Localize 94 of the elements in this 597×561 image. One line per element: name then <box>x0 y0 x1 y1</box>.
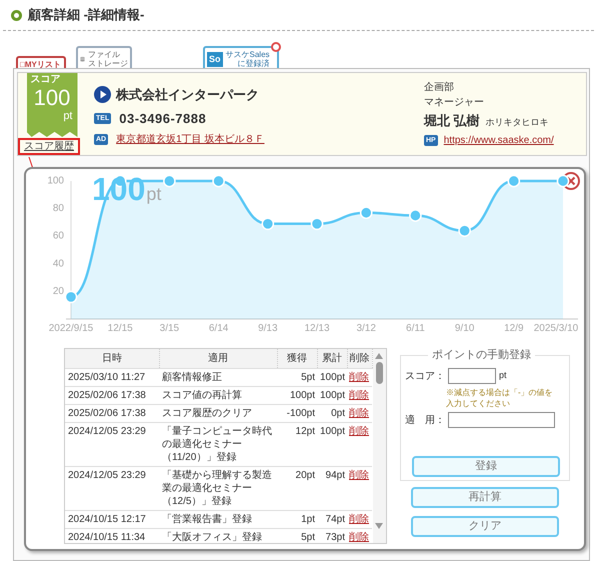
table-cell: 2025/03/10 11:27 <box>68 372 146 382</box>
table-cell: 「量子コンピュータ時代の最適化セミナー（11/20）」登録 <box>162 426 272 462</box>
register-button[interactable]: 登録 <box>412 456 560 477</box>
website-link[interactable]: https://www.saaske.com/ <box>444 132 554 148</box>
table-cell: 100pt <box>290 390 315 400</box>
tab-label: ストレージ <box>88 59 128 68</box>
column-header: 適用 <box>159 349 277 368</box>
table-cell: 2025/02/06 17:38 <box>68 408 146 418</box>
table-cell: 5pt <box>301 372 315 382</box>
contact-name: 堀北 弘樹 <box>424 112 480 130</box>
x-tick-label: 6/14 <box>208 323 228 334</box>
delete-link[interactable]: 削除 <box>349 514 369 524</box>
score-label: スコア <box>30 73 60 86</box>
contact-kana: ホリキタヒロキ <box>486 116 549 129</box>
address-link[interactable]: 東京都道玄坂1丁目 坂本ビル８Ｆ <box>116 132 264 147</box>
y-tick-label: 80 <box>52 203 64 214</box>
logo-icon: So <box>207 52 223 66</box>
x-tick-label: 2022/9/15 <box>48 323 94 334</box>
table-cell: 0pt <box>331 408 345 418</box>
department: 企画部 <box>424 81 455 94</box>
unit-label: pt <box>499 369 507 382</box>
score-input[interactable] <box>448 368 496 384</box>
table-cell: -100pt <box>286 408 315 418</box>
field-label: スコア： <box>405 370 445 384</box>
column-header: 削除 <box>347 349 372 368</box>
delete-link[interactable]: 削除 <box>349 390 369 400</box>
tab[interactable]: ファイル ストレージ <box>76 46 132 70</box>
table-cell: 12pt <box>296 426 315 436</box>
bullet-icon <box>11 10 22 20</box>
company-name: 株式会社インターパーク <box>116 86 259 104</box>
x-tick-label: 12/9 <box>504 323 524 334</box>
delete-link[interactable]: 削除 <box>349 372 369 382</box>
x-tick-label: 3/15 <box>160 323 180 334</box>
score-history-link[interactable]: スコア履歴 <box>18 138 80 155</box>
table-cell: スコア履歴のクリア <box>162 408 252 418</box>
panel-legend: ポイントの手動登録 <box>428 348 535 362</box>
description-input[interactable] <box>448 412 555 428</box>
prohibited-icon <box>271 42 281 52</box>
table-cell: 100pt <box>320 426 345 436</box>
delete-link[interactable]: 削除 <box>349 408 369 418</box>
score-unit: pt <box>146 183 162 206</box>
table-cell: 2024/12/05 23:29 <box>68 470 146 480</box>
table-cell: 2025/02/06 17:38 <box>68 390 146 400</box>
table-cell: 20pt <box>296 470 315 480</box>
score-unit: pt <box>63 110 72 122</box>
x-tick-label: 2025/3/10 <box>534 323 578 334</box>
delete-link[interactable]: 削除 <box>349 426 369 436</box>
tab-label: □MYリスト <box>20 60 61 68</box>
table-cell: 1pt <box>301 514 315 524</box>
scrollbar[interactable] <box>372 349 386 543</box>
scroll-up-icon <box>375 353 384 359</box>
scroll-down-icon <box>375 523 384 529</box>
table-cell: 100pt <box>320 372 345 382</box>
recalculate-button[interactable]: 再計算 <box>411 487 559 508</box>
table-cell: 5pt <box>301 532 315 542</box>
tab-label: に登録済 <box>238 59 270 68</box>
score-value: 100 <box>34 86 70 110</box>
x-tick-label: 9/10 <box>454 323 474 334</box>
x-tick-label: 9/13 <box>258 323 278 334</box>
y-tick-label: 100 <box>47 176 64 186</box>
y-tick-label: 40 <box>52 258 64 270</box>
delete-link[interactable]: 削除 <box>349 470 369 480</box>
table-cell: 2024/12/05 23:29 <box>68 426 146 436</box>
table-cell: 2024/10/15 12:17 <box>68 514 146 524</box>
table-cell: 2024/10/15 11:34 <box>68 532 146 542</box>
x-tick-label: 3/12 <box>356 323 376 334</box>
x-tick-label: 12/13 <box>304 323 330 334</box>
tab-label: ファイル <box>88 50 121 59</box>
x-tick-label: 6/11 <box>406 323 425 334</box>
clear-button[interactable]: クリア <box>411 516 559 537</box>
table-cell: 「営業報告書」登録 <box>162 514 252 524</box>
phone-number: 03-3496-7888 <box>119 110 206 128</box>
table-cell: 100pt <box>320 390 345 400</box>
job-title: マネージャー <box>424 96 485 109</box>
column-header: 獲得 <box>277 349 317 368</box>
delete-link[interactable]: 削除 <box>349 532 369 542</box>
field-label: 適 用： <box>405 414 445 428</box>
scroll-thumb[interactable] <box>376 362 383 384</box>
table-cell: 顧客情報修正 <box>162 372 222 382</box>
table-cell: スコア値の再計算 <box>162 390 242 400</box>
table-cell: 74pt <box>326 514 345 524</box>
play-icon <box>94 86 111 104</box>
x-tick-label: 12/15 <box>108 323 133 334</box>
column-header: 累計 <box>317 349 347 368</box>
column-header: 日時 <box>65 349 159 368</box>
table-cell: 「基礎から理解する製造業の最適化セミナー（12/5）」登録 <box>162 470 272 506</box>
table-cell: 「大阪オフィス」登録 <box>162 532 262 542</box>
tab-label: サスケSales <box>226 50 270 59</box>
y-tick-label: 20 <box>52 286 64 297</box>
page-title: 顧客詳細 -詳細情報- <box>28 6 144 24</box>
hint-text: ※減点する場合は「-」の値を入力してください <box>446 387 554 409</box>
y-tick-label: 60 <box>52 230 64 242</box>
table-cell: 73pt <box>326 532 345 542</box>
table-cell: 94pt <box>326 470 345 480</box>
